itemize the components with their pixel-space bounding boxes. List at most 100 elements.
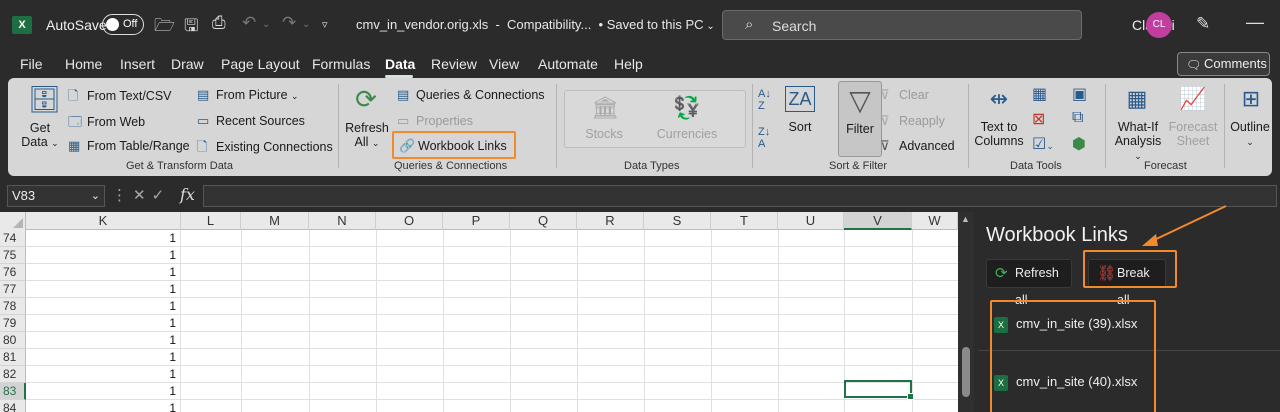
tab-help[interactable]: Help	[614, 56, 643, 72]
undo-icon[interactable]: ↶	[242, 13, 256, 33]
column-header-selected[interactable]: V	[844, 212, 912, 230]
filter-button[interactable]: ▽ Filter	[838, 81, 882, 157]
from-table-range-button[interactable]: ▦ From Table/Range	[68, 138, 190, 154]
comments-button[interactable]: 🗨 Comments	[1177, 52, 1270, 76]
cell[interactable]: 1	[26, 383, 181, 400]
recent-sources-button[interactable]: ▭ Recent Sources	[197, 113, 305, 129]
stocks-button[interactable]: Stocks	[579, 127, 629, 141]
row-header[interactable]: 74	[0, 230, 26, 247]
existing-connections-button[interactable]: 🗋 Existing Connections	[197, 138, 333, 160]
tab-formulas[interactable]: Formulas	[312, 56, 370, 72]
tab-page-layout[interactable]: Page Layout	[221, 56, 300, 72]
avatar[interactable]: CL	[1146, 12, 1172, 38]
sort-az-icon[interactable]: A↓ Z	[758, 88, 771, 112]
row-header[interactable]: 77	[0, 281, 26, 298]
cell[interactable]: 1	[26, 400, 181, 412]
row-header[interactable]: 76	[0, 264, 26, 281]
advanced-filter-button[interactable]: ⊽ Advanced	[880, 138, 955, 154]
cell[interactable]: 1	[26, 349, 181, 366]
save-icon[interactable]: 🖫	[184, 13, 198, 42]
row-header-selected[interactable]: 83	[0, 383, 26, 400]
row-header[interactable]: 79	[0, 315, 26, 332]
cell[interactable]: 1	[26, 366, 181, 383]
queries-connections-button[interactable]: ▤ Queries & Connections	[397, 87, 545, 103]
undo-dropdown-icon[interactable]: ⌄	[262, 19, 270, 30]
row-header[interactable]: 81	[0, 349, 26, 366]
formula-cancel-enter-icons[interactable]: ⋮✕✓	[112, 186, 170, 204]
relationships-icon[interactable]: ⧉	[1072, 109, 1083, 127]
column-header[interactable]: M	[241, 212, 309, 230]
coauthor-pen-icon[interactable]: ✎	[1196, 14, 1210, 34]
cell[interactable]: 1	[26, 315, 181, 332]
name-box[interactable]: V83 ⌄	[7, 185, 105, 207]
insert-function-icon[interactable]: fx	[180, 185, 195, 204]
from-picture-button[interactable]: ▤ From Picture ⌄	[197, 87, 299, 103]
tab-automate[interactable]: Automate	[538, 56, 598, 72]
cell[interactable]: 1	[26, 298, 181, 315]
column-header[interactable]: K	[26, 212, 181, 230]
row-header[interactable]: 78	[0, 298, 26, 315]
cell[interactable]: 1	[26, 230, 181, 247]
cell[interactable]: 1	[26, 281, 181, 298]
row-header[interactable]: 82	[0, 366, 26, 383]
scroll-up-icon[interactable]: ▲	[961, 214, 970, 224]
consolidate-icon[interactable]: ▣	[1072, 84, 1087, 104]
from-text-csv-button[interactable]: 🗋 From Text/CSV	[68, 87, 172, 109]
currencies-button[interactable]: Currencies	[651, 127, 723, 141]
forecast-sheet-button[interactable]: Forecast Sheet	[1168, 120, 1218, 148]
tab-draw[interactable]: Draw	[171, 56, 204, 72]
flash-fill-icon[interactable]: ▦	[1032, 84, 1047, 104]
what-if-analysis-button[interactable]: What-If Analysis ⌄	[1112, 120, 1164, 162]
open-folder-icon[interactable]: 🗁	[154, 13, 175, 42]
select-all-corner[interactable]	[0, 212, 26, 230]
sort-button[interactable]: Sort	[784, 120, 816, 134]
column-header[interactable]: P	[443, 212, 510, 230]
tab-review[interactable]: Review	[431, 56, 477, 72]
tab-insert[interactable]: Insert	[120, 56, 155, 72]
tab-view[interactable]: View	[489, 56, 519, 72]
customize-toolbar-icon[interactable]: ▿	[322, 18, 328, 31]
column-header[interactable]: T	[711, 212, 778, 230]
row-header[interactable]: 75	[0, 247, 26, 264]
refresh-all-links-button[interactable]: ⟳ Refresh all	[986, 259, 1072, 307]
autosave-toggle[interactable]: Off	[102, 14, 144, 35]
minimize-icon[interactable]: —	[1246, 12, 1264, 33]
data-model-icon[interactable]: ⬢	[1072, 134, 1086, 154]
vertical-scrollbar[interactable]: ▲	[958, 212, 974, 412]
row-header[interactable]: 80	[0, 332, 26, 349]
outline-button[interactable]: Outline ⌄	[1228, 120, 1272, 148]
row-header[interactable]: 84	[0, 400, 26, 412]
clear-filter-button[interactable]: ⊽ Clear	[880, 87, 929, 103]
worksheet-grid[interactable]: K L M N O P Q R S T U V W 74 1 75 1 76 1 77…	[0, 212, 958, 412]
from-web-button[interactable]: 🗔 From Web	[68, 113, 145, 135]
refresh-all-button[interactable]: Refresh All ⌄	[345, 121, 389, 149]
cell[interactable]: 1	[26, 247, 181, 264]
tab-file[interactable]: File	[20, 56, 43, 72]
sort-za-icon[interactable]: Z↓ A	[758, 126, 770, 150]
column-header[interactable]: N	[309, 212, 376, 230]
properties-button[interactable]: ▭ Properties	[397, 113, 473, 129]
column-header[interactable]: S	[644, 212, 711, 230]
column-header[interactable]: Q	[510, 212, 577, 230]
title-chevron-icon[interactable]: ⌄	[704, 21, 714, 32]
search-box[interactable]: ⌕ Search	[722, 10, 1082, 40]
reapply-button[interactable]: ⊽ Reapply	[880, 113, 945, 129]
get-data-button[interactable]: Get Data ⌄	[20, 121, 60, 149]
column-header[interactable]: O	[376, 212, 443, 230]
tab-data[interactable]: Data	[385, 56, 415, 72]
text-to-columns-button[interactable]: Text to Columns	[972, 120, 1026, 148]
chevron-down-icon[interactable]: ⌄	[91, 186, 100, 206]
cell[interactable]: 1	[26, 264, 181, 281]
data-validation-icon[interactable]: ☑⌄	[1032, 134, 1054, 154]
column-header[interactable]: U	[778, 212, 844, 230]
active-cell-v83[interactable]	[844, 380, 914, 400]
column-header[interactable]: R	[577, 212, 644, 230]
column-header[interactable]: W	[912, 212, 958, 230]
redo-dropdown-icon[interactable]: ⌄	[302, 19, 310, 30]
column-header[interactable]: L	[181, 212, 241, 230]
formula-input[interactable]	[203, 185, 1277, 207]
redo-icon[interactable]: ↷	[282, 13, 296, 33]
scroll-thumb[interactable]	[962, 347, 970, 397]
cell[interactable]: 1	[26, 332, 181, 349]
print-preview-icon[interactable]: ⎙	[212, 13, 226, 33]
